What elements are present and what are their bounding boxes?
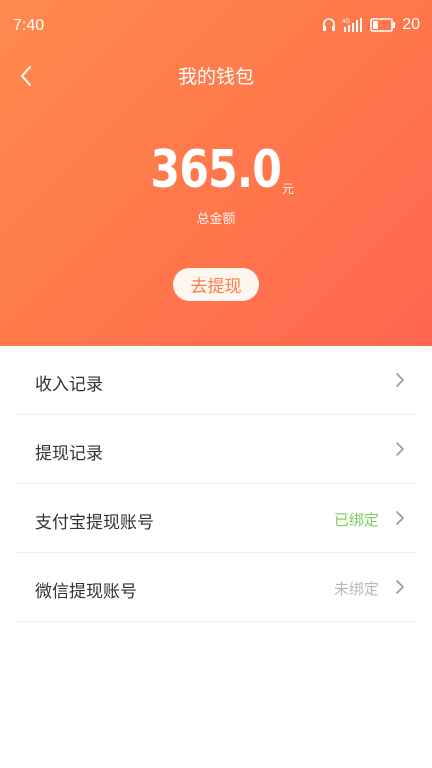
alipay-bind-status: 已绑定 [333, 511, 379, 529]
status-bar: 7:40 4G 20 [0, 0, 432, 52]
chevron-right-icon [396, 373, 404, 387]
battery-level: 20 [402, 16, 420, 33]
battery-icon [370, 18, 396, 32]
status-time: 7:40 [13, 17, 45, 34]
menu-item-label: 微信提现账号 [35, 582, 137, 602]
chevron-right-icon [396, 442, 404, 456]
balance-display: 365.0 元 [0, 140, 432, 200]
chevron-right-icon [396, 580, 404, 594]
signal-icon: 4G [342, 18, 363, 32]
wallet-header: 7:40 4G 20 我的钱包 365.0 元 总金额 去提现 [0, 0, 432, 346]
balance-unit: 元 [282, 182, 295, 196]
wechat-bind-status: 未绑定 [333, 580, 379, 598]
status-icons: 4G 20 [322, 16, 420, 34]
withdraw-button[interactable]: 去提现 [173, 268, 259, 301]
menu-item-income-records[interactable]: 收入记录 [17, 346, 415, 415]
menu-item-label: 收入记录 [35, 375, 103, 395]
balance-label: 总金额 [196, 212, 236, 227]
menu-item-label: 支付宝提现账号 [35, 513, 154, 533]
menu-item-alipay-account[interactable]: 支付宝提现账号 已绑定 [17, 484, 415, 553]
wallet-menu: 收入记录 提现记录 支付宝提现账号 已绑定 微信提现账号 未绑定 [17, 346, 415, 622]
menu-item-label: 提现记录 [35, 444, 103, 464]
chevron-right-icon [396, 511, 404, 525]
menu-item-withdraw-records[interactable]: 提现记录 [17, 415, 415, 484]
menu-item-wechat-account[interactable]: 微信提现账号 未绑定 [17, 553, 415, 622]
page-title: 我的钱包 [177, 66, 254, 88]
balance-amount: 365.0 [150, 140, 283, 200]
svg-text:4G: 4G [342, 19, 350, 25]
headset-icon [323, 18, 336, 31]
